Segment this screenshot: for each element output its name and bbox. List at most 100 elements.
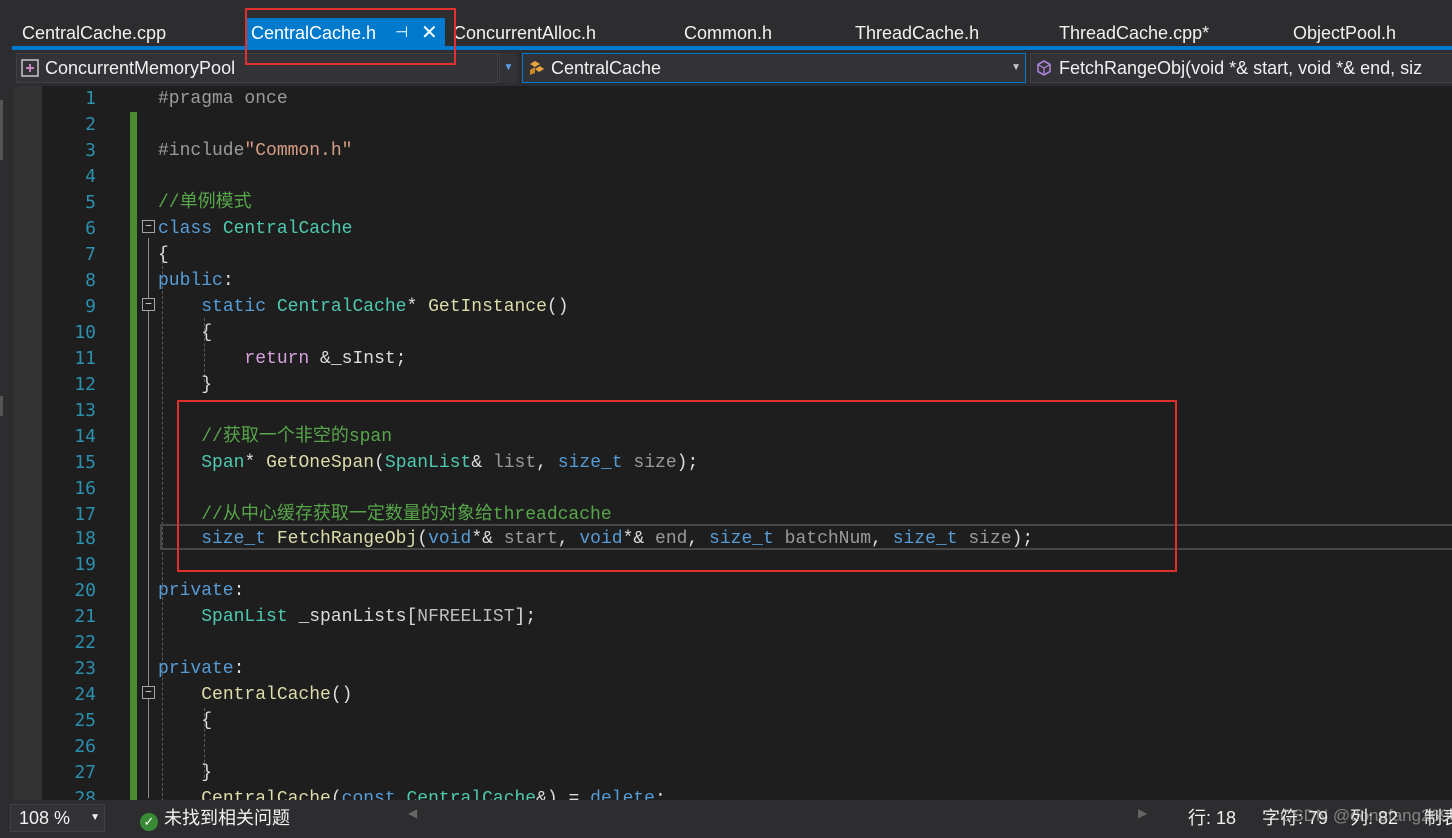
document-tab-strip: CentralCache.cpp CentralCache.h ⊣ ✕ Conc…: [0, 0, 1452, 50]
tab-common-h[interactable]: Common.h: [684, 18, 772, 48]
code-line: 16: [14, 476, 1452, 502]
line-number: 5: [85, 192, 96, 213]
line-content: //获取一个非空的span: [201, 427, 393, 447]
line-content: CentralCache(const CentralCache&) = dele…: [201, 789, 666, 800]
line-content: #pragma once: [158, 89, 288, 109]
line-content: //单例模式: [158, 193, 252, 213]
line-number: 20: [74, 580, 96, 601]
issues-text: 未找到相关问题: [164, 808, 290, 828]
line-number: 2: [85, 114, 96, 135]
line-number: 22: [74, 632, 96, 653]
tab-threadcache-h[interactable]: ThreadCache.h: [855, 18, 979, 48]
code-line: 11 return &_sInst;: [14, 346, 1452, 372]
line-content: SpanList _spanLists[NFREELIST];: [201, 607, 537, 627]
code-line: 23 private:: [14, 656, 1452, 682]
chevron-down-icon[interactable]: ▼: [499, 53, 517, 83]
tab-centralcache-h[interactable]: CentralCache.h ⊣ ✕: [245, 18, 445, 48]
scroll-right-icon[interactable]: ▶: [1138, 806, 1147, 820]
pin-icon[interactable]: ⊣: [395, 18, 408, 48]
line-content: {: [201, 323, 213, 343]
line-indicator[interactable]: 行: 18: [1188, 804, 1236, 832]
project-dropdown[interactable]: ConcurrentMemoryPool: [16, 53, 498, 83]
code-line: 26: [14, 734, 1452, 760]
line-number: 7: [85, 244, 96, 265]
line-number: 18: [74, 528, 96, 549]
line-content: Span* GetOneSpan(SpanList& list, size_t …: [201, 453, 699, 473]
line-number: 12: [74, 374, 96, 395]
frame-marker: [0, 100, 3, 160]
tab-strip-edge: [0, 0, 12, 50]
code-editor[interactable]: − − − 1 #pragma once 2 3 #include"Common…: [14, 86, 1452, 800]
line-content: size_t FetchRangeObj(void*& start, void*…: [201, 529, 1034, 549]
zoom-dropdown[interactable]: 108 % ▼: [10, 804, 105, 832]
tab-label: CentralCache.h: [251, 23, 377, 43]
check-circle-icon: ✓: [140, 813, 158, 831]
code-line: 12 }: [14, 372, 1452, 398]
close-icon[interactable]: ✕: [421, 18, 438, 48]
line-content: }: [201, 763, 213, 783]
code-line: 18 size_t FetchRangeObj(void*& start, vo…: [14, 526, 1452, 552]
code-line: 13: [14, 398, 1452, 424]
issues-indicator[interactable]: ✓ 未找到相关问题: [140, 804, 290, 832]
line-number: 4: [85, 166, 96, 187]
line-content: return &_sInst;: [244, 349, 407, 369]
line-number: 8: [85, 270, 96, 291]
line-number: 13: [74, 400, 96, 421]
tab-centralcache-cpp[interactable]: CentralCache.cpp: [22, 18, 166, 48]
line-content: CentralCache(): [201, 685, 353, 705]
left-tool-frame: [0, 86, 14, 800]
line-content: static CentralCache* GetInstance(): [201, 297, 569, 317]
line-number: 23: [74, 658, 96, 679]
scope-name: CentralCache: [551, 58, 662, 78]
zoom-level: 108 %: [19, 808, 71, 828]
line-content: private:: [158, 581, 245, 601]
line-number: 1: [85, 88, 96, 109]
status-bar: 108 % ▼ ✓ 未找到相关问题 ◀ ▶ 行: 18 字符: 79 列: 82 …: [0, 800, 1452, 838]
navigation-bar: ConcurrentMemoryPool ▼ CentralCache ▼ Fe…: [0, 50, 1452, 86]
code-line: 15 Span* GetOneSpan(SpanList& list, size…: [14, 450, 1452, 476]
code-line: 1 #pragma once: [14, 86, 1452, 112]
tab-objectpool-h[interactable]: ObjectPool.h: [1293, 18, 1396, 48]
code-line: 25 {: [14, 708, 1452, 734]
line-number: 26: [74, 736, 96, 757]
code-line: 14 //获取一个非空的span: [14, 424, 1452, 450]
member-signature: FetchRangeObj(void *& start, void *& end…: [1059, 58, 1423, 78]
code-line: 28 CentralCache(const CentralCache&) = d…: [14, 786, 1452, 800]
line-content: }: [201, 375, 213, 395]
line-number: 3: [85, 140, 96, 161]
code-line: 21 SpanList _spanLists[NFREELIST];: [14, 604, 1452, 630]
code-line: 20 private:: [14, 578, 1452, 604]
class-icon: [530, 61, 544, 75]
line-content: //从中心缓存获取一定数量的对象给threadcache: [201, 505, 612, 525]
code-line: 17 //从中心缓存获取一定数量的对象给threadcache: [14, 502, 1452, 528]
line-content: private:: [158, 659, 245, 679]
project-name: ConcurrentMemoryPool: [45, 58, 236, 78]
member-dropdown[interactable]: FetchRangeObj(void *& start, void *& end…: [1030, 53, 1452, 83]
line-number: 17: [74, 504, 96, 525]
code-line: 22: [14, 630, 1452, 656]
line-number: 10: [74, 322, 96, 343]
line-number: 9: [85, 296, 96, 317]
line-content: {: [158, 245, 169, 265]
code-line: 4: [14, 164, 1452, 190]
tab-concurrentalloc-h[interactable]: ConcurrentAlloc.h: [453, 18, 596, 48]
code-line: 2: [14, 112, 1452, 138]
frame-marker: [0, 396, 3, 416]
scroll-left-icon[interactable]: ◀: [408, 806, 417, 820]
code-line: 3 #include"Common.h": [14, 138, 1452, 164]
line-content: {: [201, 711, 213, 731]
line-number: 28: [74, 788, 96, 800]
code-line: 19: [14, 552, 1452, 578]
line-number: 19: [74, 554, 96, 575]
scope-dropdown[interactable]: CentralCache ▼: [522, 53, 1026, 83]
line-number: 21: [74, 606, 96, 627]
line-number: 11: [74, 348, 96, 369]
line-number: 6: [85, 218, 96, 239]
line-content: public:: [158, 271, 234, 291]
line-number: 14: [74, 426, 96, 447]
method-icon: [1037, 60, 1051, 76]
code-line: 6 class CentralCache: [14, 216, 1452, 242]
code-line: 24 CentralCache(): [14, 682, 1452, 708]
chevron-down-icon: ▼: [1011, 62, 1021, 73]
tab-threadcache-cpp[interactable]: ThreadCache.cpp*: [1059, 18, 1209, 48]
